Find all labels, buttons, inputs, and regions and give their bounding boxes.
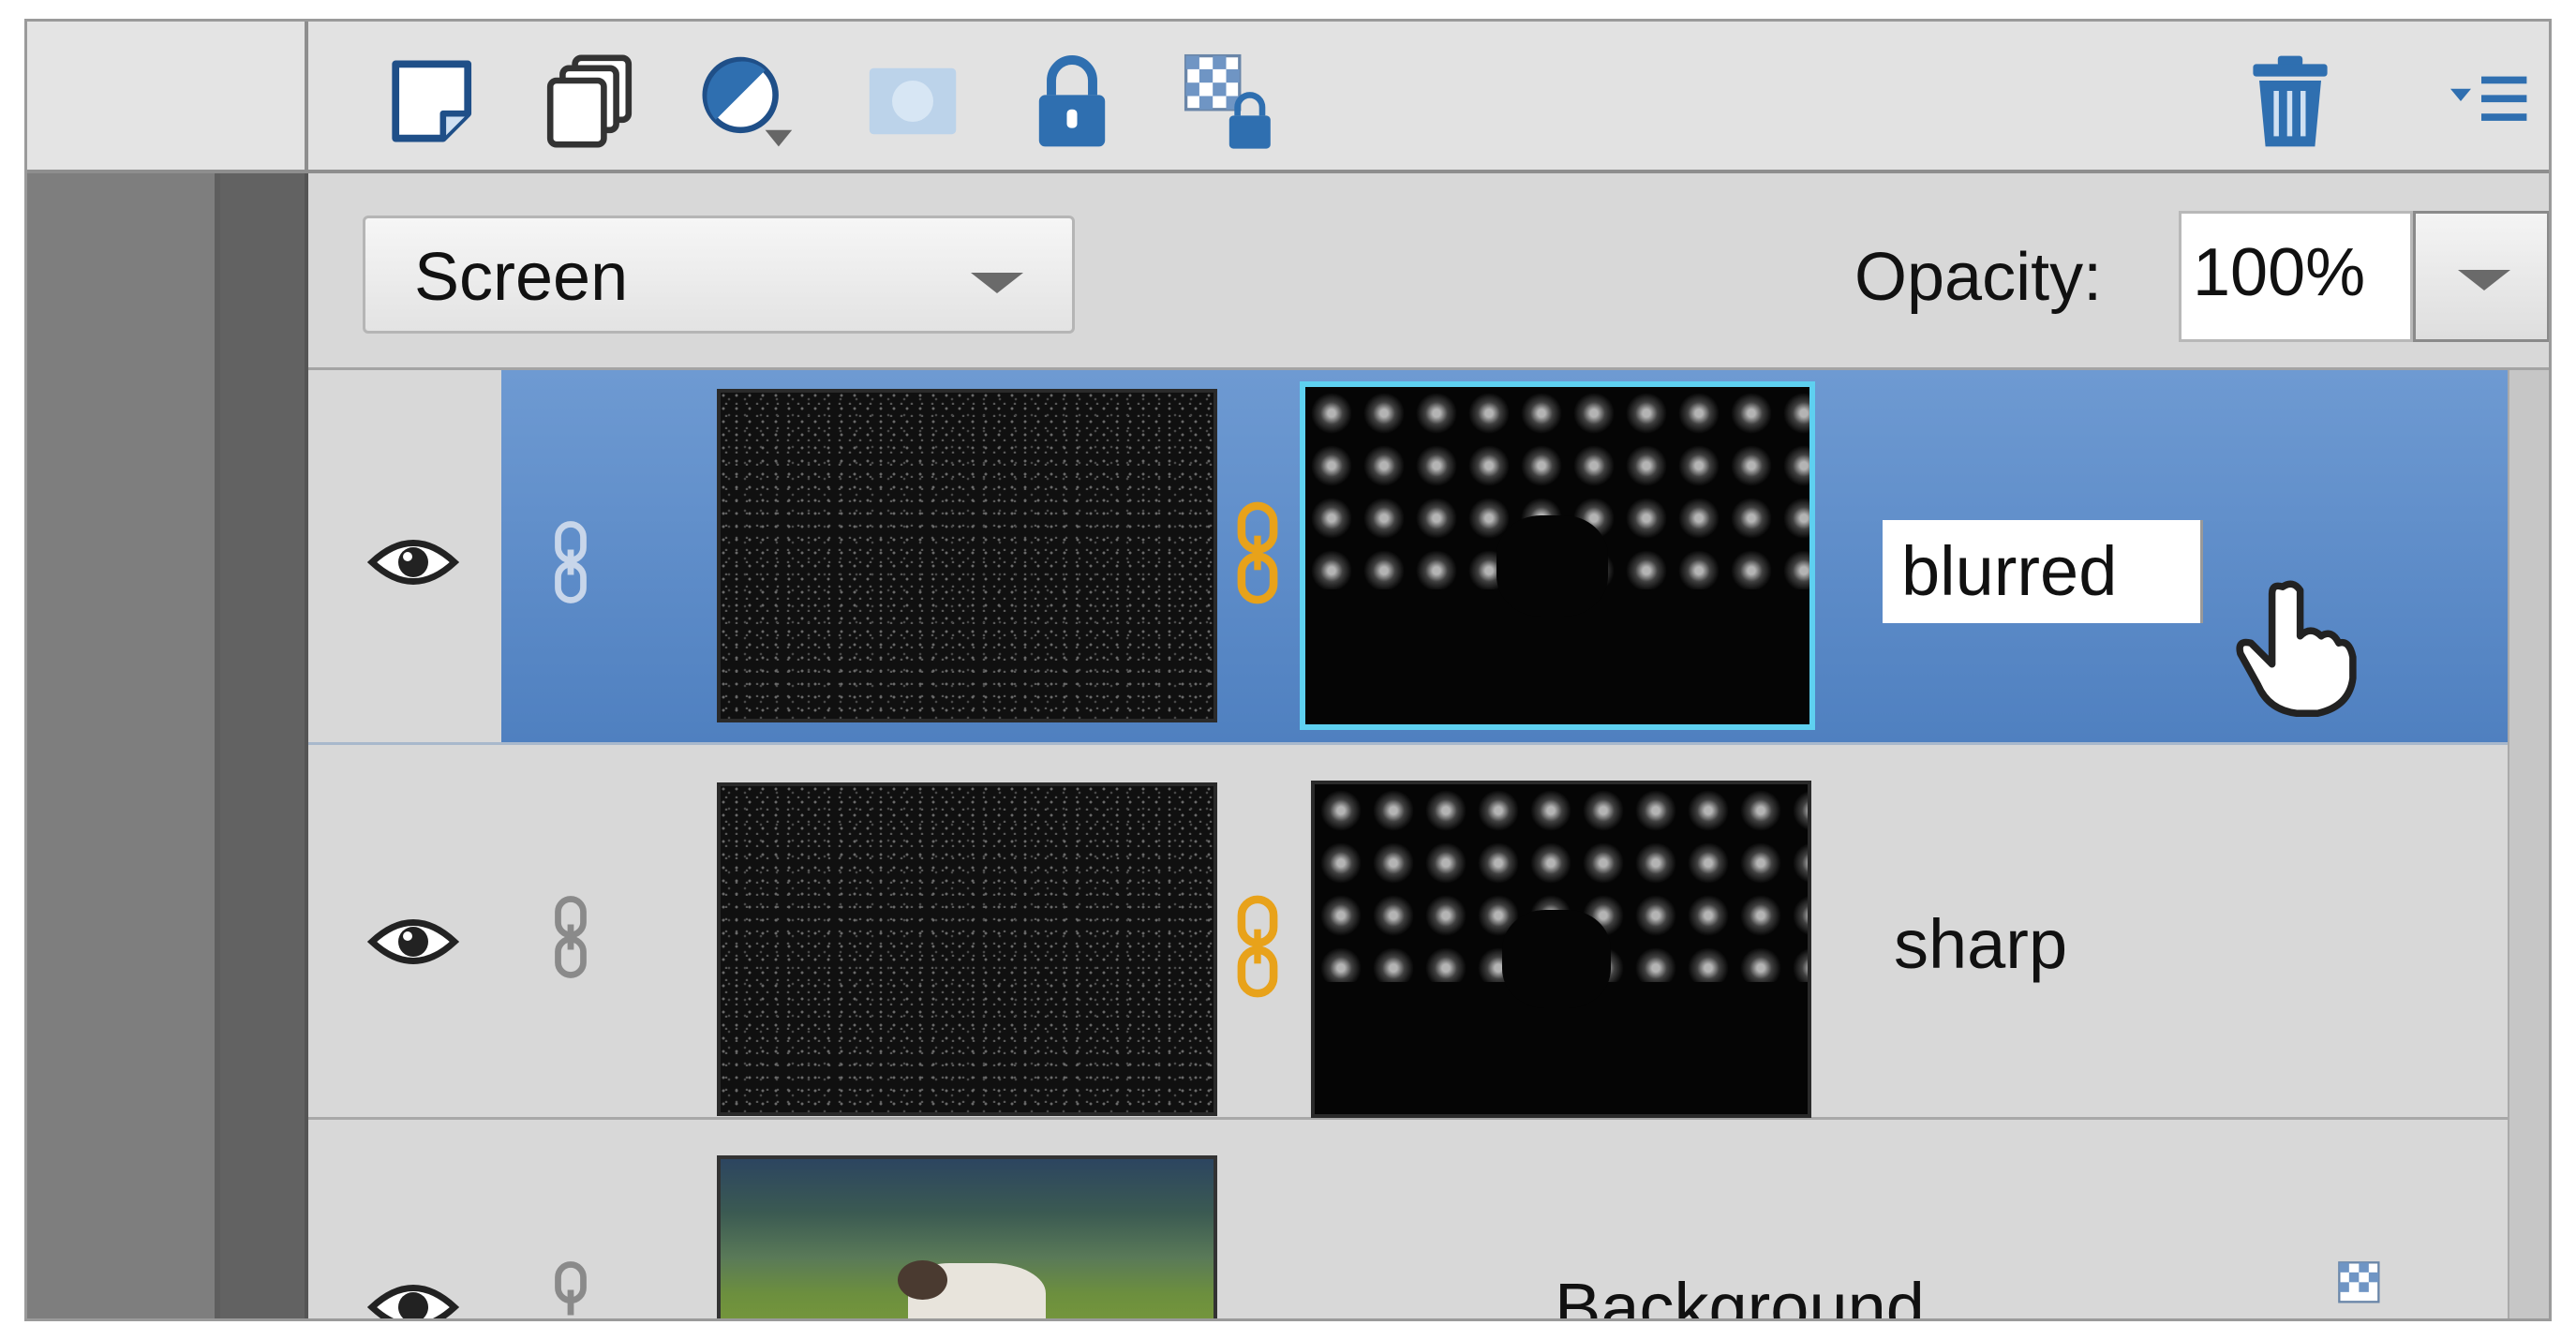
eye-icon[interactable] — [366, 1274, 460, 1318]
eye-icon[interactable] — [366, 909, 460, 975]
new-group-icon[interactable] — [538, 50, 641, 153]
opacity-label: Opacity: — [1854, 240, 2103, 315]
adjustment-layer-icon[interactable] — [697, 50, 800, 153]
mask-link-icon[interactable] — [1234, 895, 1281, 998]
chain-link-icon[interactable] — [543, 1260, 599, 1318]
layer-row-background[interactable]: Background — [308, 1120, 2549, 1321]
layer-name: sharp — [1894, 905, 2068, 983]
chain-link-icon[interactable] — [543, 520, 599, 604]
layer-thumbnail[interactable] — [717, 782, 1217, 1116]
layer-name-input[interactable]: blurred — [1883, 520, 2203, 623]
chain-link-icon[interactable] — [543, 895, 599, 979]
layer-mask-thumbnail[interactable] — [1311, 781, 1811, 1118]
lock-transparency-icon[interactable] — [2337, 1260, 2403, 1318]
opacity-input[interactable]: 100% — [2179, 211, 2413, 342]
layer-name: Background — [1555, 1269, 1925, 1321]
lock-transparency-icon[interactable] — [1180, 50, 1283, 153]
blend-opacity-row: Screen Opacity: 100% — [308, 173, 2549, 370]
trash-icon[interactable] — [2239, 50, 2342, 153]
layer-row-sharp[interactable]: sharp — [308, 745, 2549, 1120]
layer-row-blurred[interactable]: blurred — [308, 370, 2549, 745]
layers-scrollbar[interactable] — [2508, 370, 2549, 1318]
mask-link-icon[interactable] — [1234, 501, 1281, 604]
chevron-down-icon — [971, 273, 1023, 293]
blend-mode-value: Screen — [414, 240, 629, 315]
layers-toolbar — [308, 22, 2549, 173]
blend-mode-dropdown[interactable]: Screen — [363, 216, 1075, 334]
new-layer-icon[interactable] — [383, 50, 486, 153]
side-gutter-inner — [220, 173, 308, 1318]
opacity-dropdown-button[interactable] — [2413, 211, 2549, 342]
layer-mask-thumbnail[interactable] — [1300, 381, 1815, 730]
background-photo-thumbnail[interactable] — [717, 1155, 1217, 1318]
layers-panel: Screen Opacity: 100% blurred sharp Backg… — [24, 19, 2552, 1321]
hand-cursor-icon — [2229, 576, 2360, 717]
chevron-down-icon — [2458, 270, 2510, 290]
layer-thumbnail[interactable] — [717, 389, 1217, 722]
eye-icon[interactable] — [366, 529, 460, 595]
side-gutter — [27, 173, 220, 1318]
panel-tab-area — [27, 22, 308, 173]
dog-head — [898, 1259, 947, 1300]
lock-all-icon[interactable] — [1020, 50, 1124, 153]
layer-mask-icon[interactable] — [861, 50, 964, 153]
panel-menu-icon[interactable] — [2440, 50, 2543, 153]
